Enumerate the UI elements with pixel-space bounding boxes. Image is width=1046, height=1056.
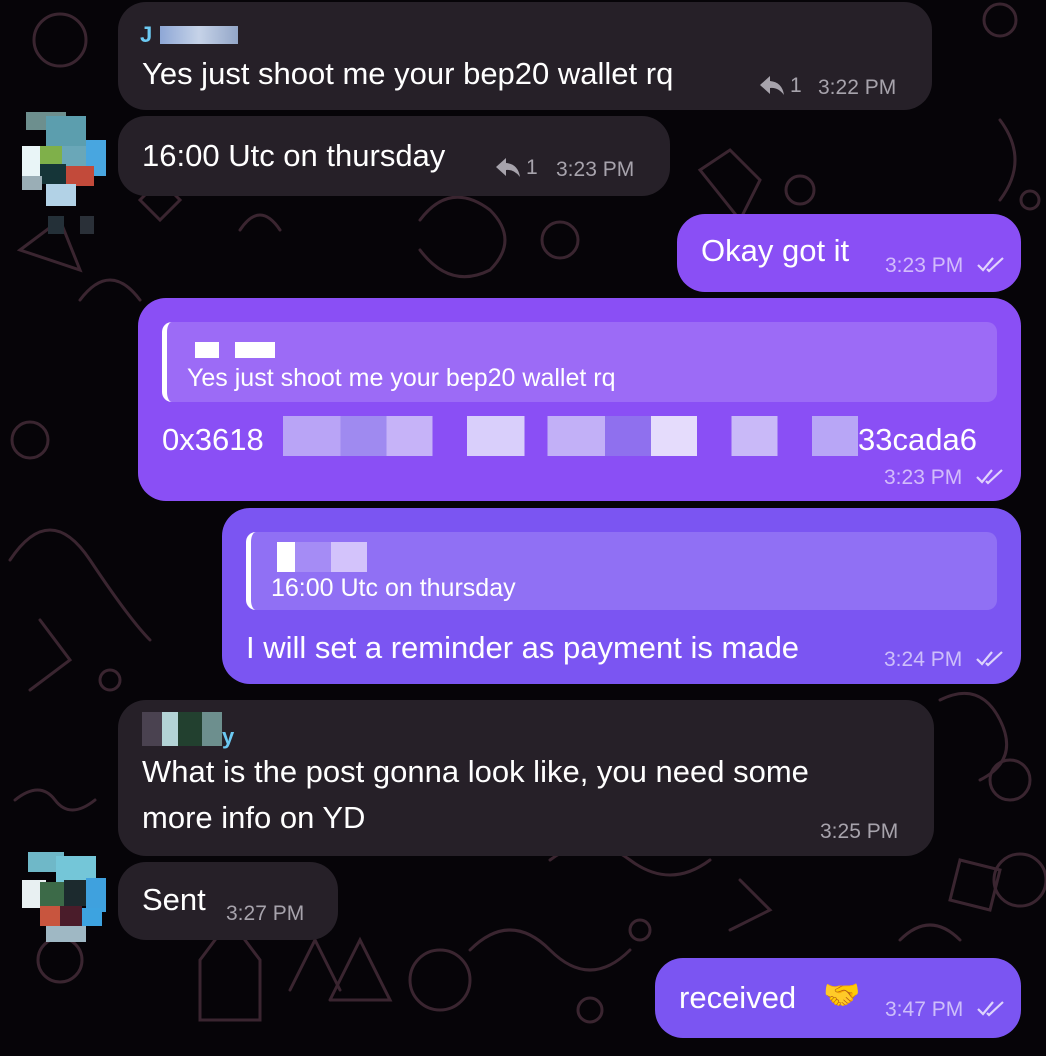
message-time: 3:22 PM [818,76,897,99]
message-time: 3:24 PM [884,648,963,671]
reply-count[interactable]: 1 [760,74,802,98]
message-text-line-1: What is the post gonna look like, you ne… [142,754,809,789]
message-text: I will set a reminder as payment is made [246,630,800,665]
wallet-address-start: 0x3618 [162,422,264,457]
redacted-sender-name [195,342,275,358]
quote-text: 16:00 Utc on thursday [271,574,516,602]
double-check-icon [977,257,1004,273]
handshake-emoji: 🤝 [823,979,861,1012]
message-bubble-outgoing[interactable]: Yes just shoot me your bep20 wallet rq 0… [138,298,1021,501]
quote-text: Yes just shoot me your bep20 wallet rq [187,364,616,392]
message-bubble-incoming[interactable]: y What is the post gonna look like, you … [118,700,934,856]
message-time: 3:23 PM [884,466,963,489]
wallet-address-end: 33cada6 [858,422,977,457]
avatar[interactable] [16,112,110,238]
message-bubble-incoming[interactable]: Sent 3:27 PM [118,862,338,940]
message-bubble-outgoing[interactable]: Okay got it 3:23 PM [677,214,1021,292]
message-text-line-2: more info on YD [142,800,366,835]
double-check-icon [976,469,1003,485]
redacted-sender-name [277,542,367,572]
reply-arrow-icon [496,158,520,177]
message-time: 3:27 PM [226,902,305,925]
reply-quote[interactable]: Yes just shoot me your bep20 wallet rq [162,322,997,402]
redacted-sender-name [142,712,222,746]
reply-quote[interactable]: 16:00 Utc on thursday [246,532,997,610]
double-check-icon [977,1001,1004,1017]
message-bubble-outgoing[interactable]: received 🤝 3:47 PM [655,958,1021,1038]
reply-arrow-icon [760,76,784,95]
double-check-icon [976,651,1003,667]
message-bubble-incoming[interactable]: 16:00 Utc on thursday 1 3:23 PM [118,116,670,196]
message-text: Yes just shoot me your bep20 wallet rq [142,56,674,91]
message-time: 3:25 PM [820,820,899,843]
message-text: Okay got it [701,233,850,268]
message-bubble-incoming[interactable]: J Yes just shoot me your bep20 wallet rq… [118,2,932,110]
redacted-sender-name [160,26,238,44]
message-time: 3:23 PM [556,158,635,181]
sender-name[interactable]: y [222,724,234,750]
message-time: 3:47 PM [885,998,964,1021]
avatar[interactable] [16,852,110,942]
message-text: received [679,980,797,1015]
message-text: Sent [142,882,206,917]
message-bubble-outgoing[interactable]: 16:00 Utc on thursday I will set a remin… [222,508,1021,684]
sender-name[interactable]: J [140,22,152,48]
redacted-wallet-address [283,416,858,456]
message-time: 3:23 PM [885,254,964,277]
reply-count[interactable]: 1 [496,156,538,180]
message-text: 16:00 Utc on thursday [142,138,446,173]
